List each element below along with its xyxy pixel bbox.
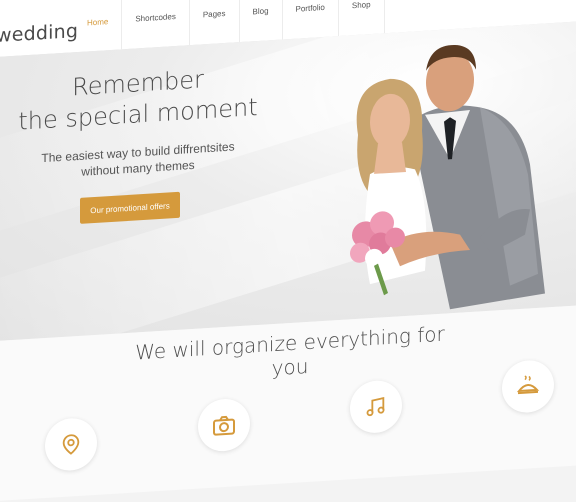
nav-item-pages[interactable]: Pages [189, 0, 240, 46]
nav-item-blog[interactable]: Blog [239, 0, 283, 43]
camera-icon[interactable] [198, 397, 250, 453]
nav-item-shortcodes[interactable]: Shortcodes [122, 0, 190, 50]
website-mockup: wedding Home Shortcodes Pages Blog Portf… [0, 0, 576, 502]
nav-item-shop[interactable]: Shop [338, 0, 385, 37]
promotional-offers-button[interactable]: Our promotional offers [80, 191, 180, 224]
music-note-icon[interactable] [350, 379, 402, 435]
nav-item-portfolio[interactable]: Portfolio [282, 0, 339, 40]
nav-item-home[interactable]: Home [74, 0, 123, 53]
location-pin-icon[interactable] [45, 416, 97, 473]
section-title: We will organize everything for you [135, 321, 445, 381]
hero-section: Remember the special moment The easiest … [0, 18, 576, 342]
dish-icon[interactable] [502, 358, 554, 415]
site-logo[interactable]: wedding [0, 20, 78, 47]
couple-photo [350, 44, 545, 310]
